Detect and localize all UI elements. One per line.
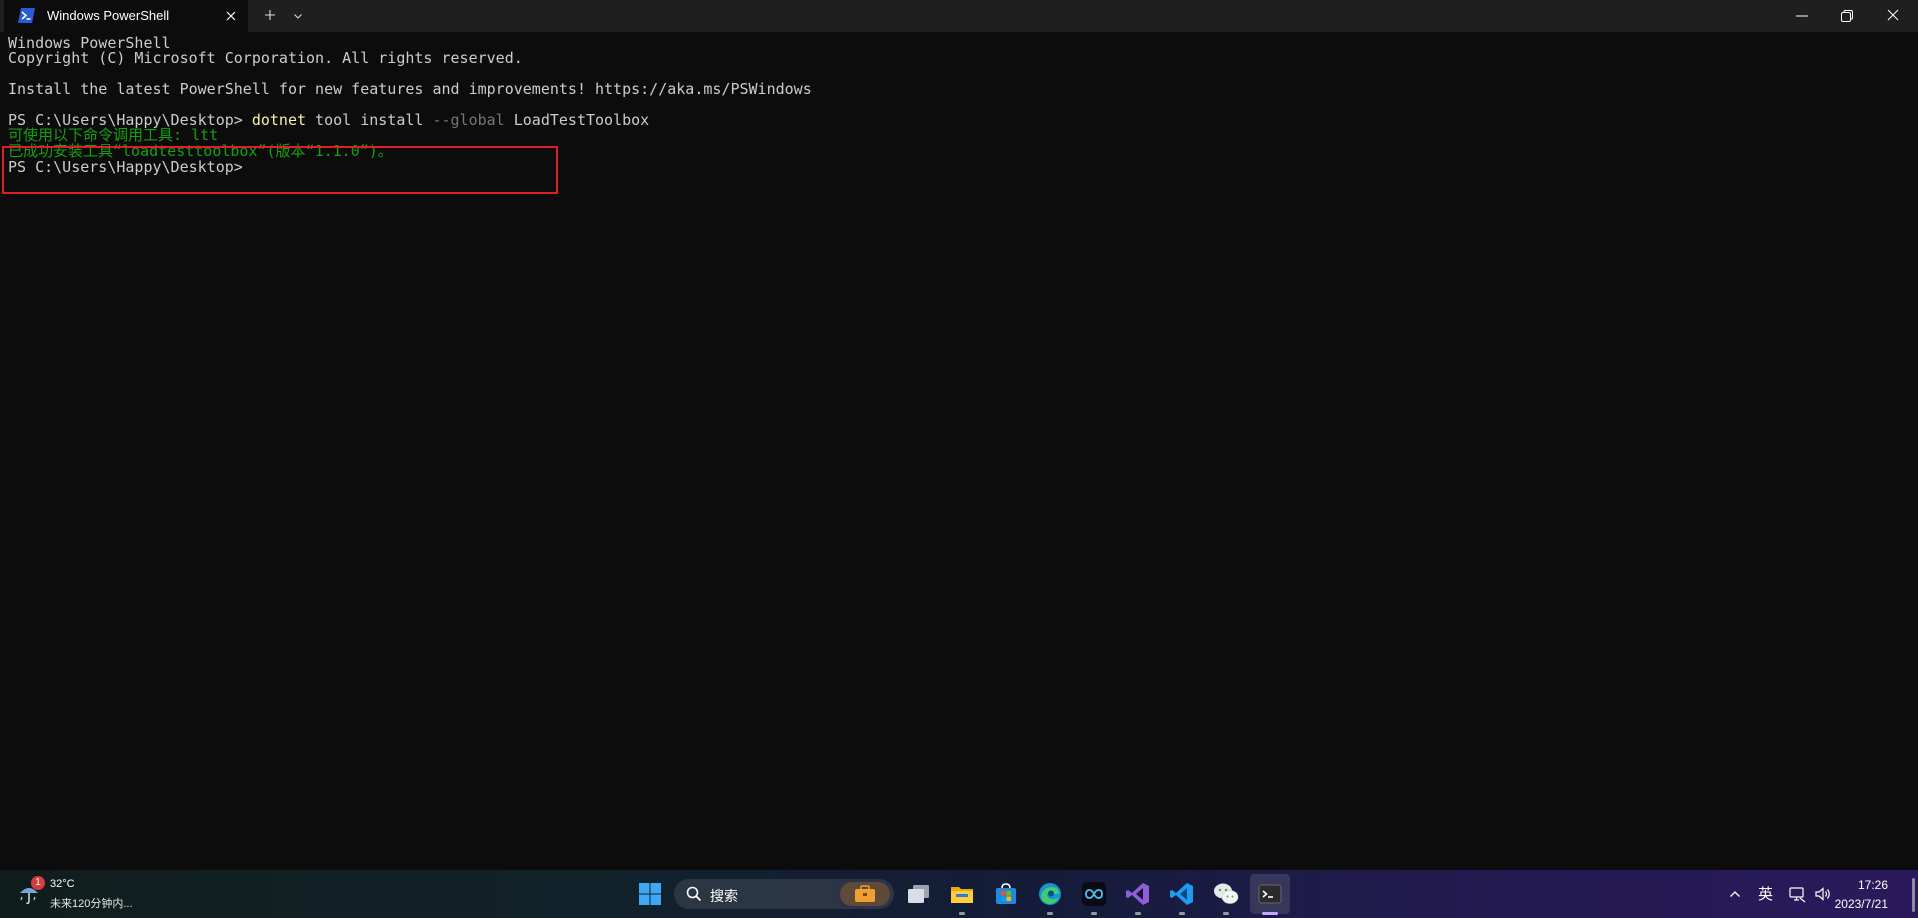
clock-time: 17:26 — [1857, 878, 1888, 892]
input-method-indicator[interactable]: 英 — [1758, 883, 1773, 904]
copyright-line: Copyright (C) Microsoft Corporation. All… — [8, 49, 523, 67]
close-icon[interactable] — [1886, 8, 1900, 22]
minimize-icon[interactable] — [1795, 9, 1809, 23]
volume-icon[interactable] — [1814, 885, 1832, 903]
running-indicator — [1223, 912, 1229, 915]
command-name: dotnet — [251, 111, 307, 129]
plus-icon[interactable] — [262, 7, 278, 23]
tab-title: Windows PowerShell — [47, 8, 170, 23]
weather-description: 未来120分钟内... — [50, 898, 133, 910]
command-flag: --global — [432, 111, 505, 129]
title-bar: Windows PowerShell — [0, 0, 1918, 32]
running-indicator — [1135, 912, 1141, 915]
chevron-up-icon[interactable] — [1728, 887, 1742, 901]
command-args: tool install — [306, 111, 433, 129]
file-explorer-icon[interactable] — [948, 880, 976, 908]
install-hint-line: Install the latest PowerShell for new fe… — [8, 80, 812, 98]
powershell-icon — [18, 8, 35, 23]
visual-studio-icon[interactable] — [1124, 880, 1152, 908]
command-package: LoadTestToolbox — [504, 111, 650, 129]
search-box[interactable]: 搜索 — [674, 879, 894, 909]
terminal-app-button[interactable] — [1250, 874, 1290, 914]
tab-windows-powershell[interactable]: Windows PowerShell — [4, 0, 248, 32]
show-desktop-button[interactable] — [1912, 878, 1915, 912]
running-indicator — [1047, 912, 1053, 915]
search-label: 搜索 — [710, 888, 738, 904]
search-icon — [686, 886, 702, 902]
wechat-icon[interactable] — [1212, 880, 1240, 908]
highlight-annotation-box — [2, 146, 558, 194]
microsoft-store-icon[interactable] — [992, 880, 1020, 908]
taskbar: 1 32°C 未来120分钟内... 搜索 英 17:26 2023/7/21 — [0, 870, 1918, 918]
running-indicator — [1179, 912, 1185, 915]
running-indicator — [959, 912, 965, 915]
running-indicator — [1091, 912, 1097, 915]
active-indicator — [1262, 912, 1278, 915]
network-icon[interactable] — [1788, 885, 1806, 903]
vscode-icon[interactable] — [1168, 880, 1196, 908]
terminal-output[interactable]: Windows PowerShell Copyright (C) Microso… — [0, 32, 1918, 870]
briefcase-icon — [840, 882, 890, 906]
edge-icon[interactable] — [1036, 880, 1064, 908]
windows-start-icon[interactable] — [636, 880, 664, 908]
chevron-down-icon[interactable] — [290, 8, 306, 24]
task-view-icon[interactable] — [904, 880, 932, 908]
app-icon[interactable] — [1080, 880, 1108, 908]
restore-icon[interactable] — [1840, 9, 1854, 23]
weather-temperature: 32°C — [50, 878, 75, 890]
clock-date: 2023/7/21 — [1834, 897, 1888, 911]
terminal-icon — [1256, 880, 1284, 908]
close-tab-icon[interactable] — [223, 8, 239, 24]
notification-badge: 1 — [31, 876, 45, 890]
